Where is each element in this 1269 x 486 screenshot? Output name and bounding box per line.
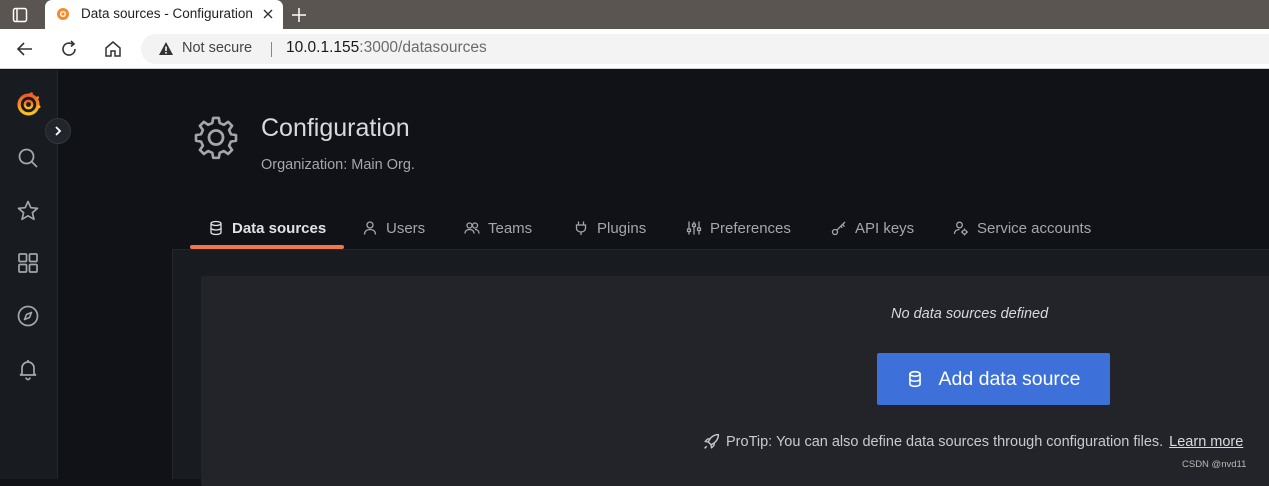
tab-label: Service accounts [977,219,1092,237]
protip-text: ProTip: You can also define data sources… [726,433,1164,450]
home-icon[interactable] [103,39,123,59]
page-content: No data sources defined Add data source … [172,250,1269,486]
protip: ProTip: You can also define data sources… [703,433,1243,450]
users-icon [464,222,480,234]
warning-icon[interactable] [158,41,174,57]
add-data-source-button[interactable]: Add data source [877,353,1110,405]
empty-list-card: No data sources defined Add data source … [201,276,1269,486]
tab-label: Teams [488,219,533,237]
grafana-logo-icon[interactable] [16,92,41,117]
url-text[interactable]: 10.0.1.155:3000/datasources [286,39,487,57]
sliders-icon [686,221,702,235]
dashboards-icon[interactable] [16,251,40,275]
close-tab-icon[interactable] [261,7,275,21]
rocket-icon [704,433,720,449]
url-path: :3000/datasources [359,39,487,56]
tab-teams[interactable]: Teams [464,210,532,250]
watermark: CSDN @nvd11 [1182,459,1247,470]
tab-preferences[interactable]: Preferences [686,210,791,250]
tab-users[interactable]: Users [362,210,425,250]
security-label[interactable]: Not secure [182,40,252,56]
tab-label: Data sources [232,219,327,237]
key-icon [831,221,846,236]
expand-menu-button[interactable] [45,118,71,144]
new-tab-icon[interactable] [290,6,308,24]
url-host: 10.0.1.155 [286,39,360,56]
address-divider [271,42,272,57]
plug-icon [575,221,587,235]
tab-plugins[interactable]: Plugins [573,210,646,250]
tab-api-keys[interactable]: API keys [831,210,914,250]
browser-tab-title: Data sources - Configuration [81,6,253,21]
user-cog-icon [953,221,968,236]
browser-tab[interactable]: Data sources - Configuration [45,0,283,29]
learn-more-link[interactable]: Learn more [1169,434,1243,450]
address-bar[interactable]: Not secure 10.0.1.155:3000/datasources [141,34,1269,64]
empty-state-title: No data sources defined [891,306,1049,322]
browser-tab-bar: Data sources - Configuration [0,0,1269,29]
page-subtitle: Organization: Main Org. [261,157,415,173]
page-title: Configuration [261,114,410,142]
user-icon [363,221,377,235]
chevron-right-icon [55,126,62,136]
window-menu-button[interactable] [6,5,34,25]
database-icon [210,220,222,236]
tab-label: Plugins [597,219,647,237]
reload-icon[interactable] [59,39,79,59]
back-icon[interactable] [15,39,35,59]
add-data-source-label: Add data source [938,367,1081,390]
tab-service-accounts[interactable]: Service accounts [953,210,1091,250]
grafana-favicon-icon [57,8,69,20]
database-icon [909,370,922,388]
window-icon [12,7,28,23]
tab-data-sources[interactable]: Data sources [208,210,326,250]
browser-toolbar: Not secure 10.0.1.155:3000/datasources [0,29,1269,69]
tab-label: API keys [855,219,915,237]
starred-icon[interactable] [16,199,40,223]
search-icon[interactable] [16,146,40,170]
tab-label: Users [386,219,426,237]
alerting-bell-icon[interactable] [16,357,40,381]
explore-icon[interactable] [16,304,40,328]
cog-icon [194,116,238,160]
tab-label: Preferences [710,219,791,237]
grafana-app: Configuration Organization: Main Org. Da… [0,70,1269,486]
configuration-tabs: Data sources Users Teams Plugins Prefere… [190,210,1269,250]
